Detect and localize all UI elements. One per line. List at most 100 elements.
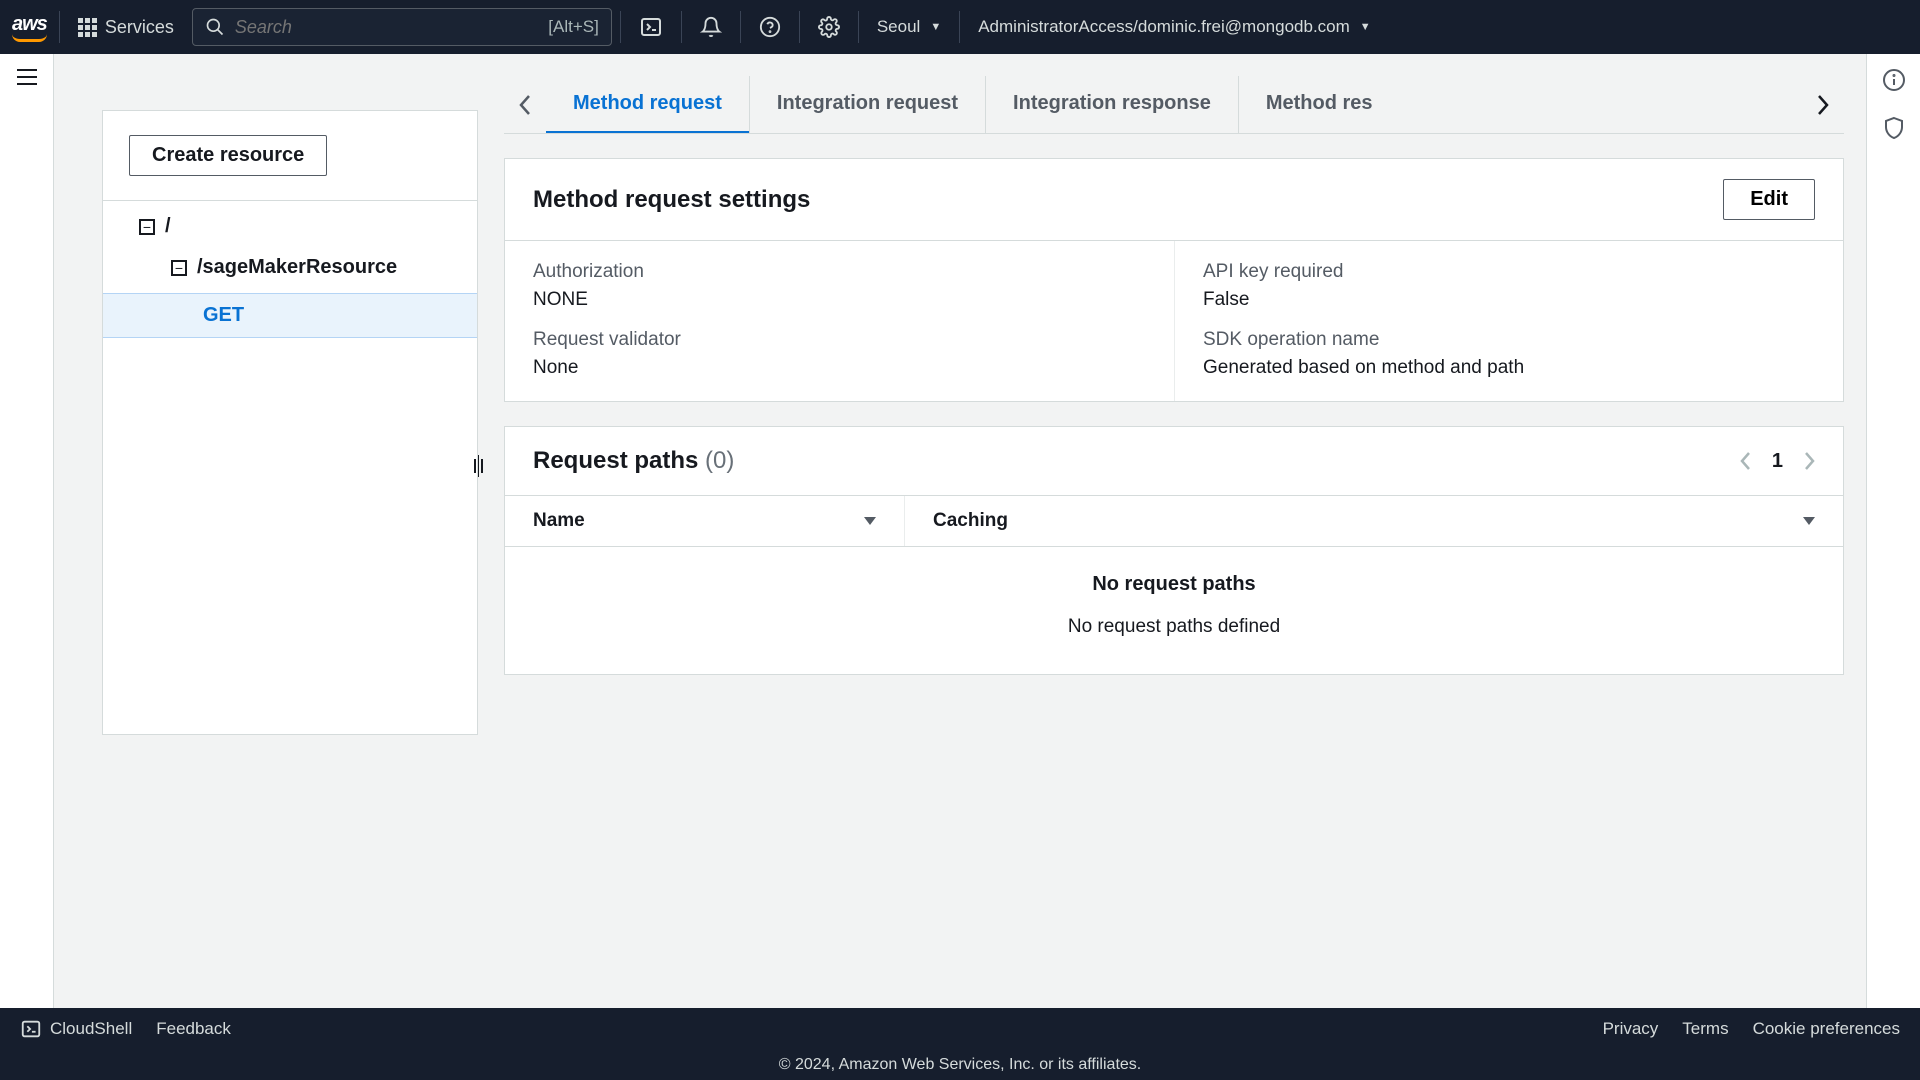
region-selector[interactable]: Seoul ▼ xyxy=(867,11,951,43)
services-menu-button[interactable]: Services xyxy=(68,11,184,44)
sdk-operation-name-label: SDK operation name xyxy=(1203,329,1815,351)
tree-resource-row[interactable]: − /sageMakerResource xyxy=(103,244,477,287)
grid-icon xyxy=(78,18,97,37)
pagination: 1 xyxy=(1740,450,1815,473)
tab-scroll-right-button[interactable] xyxy=(1802,80,1844,130)
authorization-label: Authorization xyxy=(533,261,1146,283)
info-icon xyxy=(1882,68,1906,92)
page-number: 1 xyxy=(1772,450,1783,473)
cloudshell-label: CloudShell xyxy=(50,1019,132,1039)
divider xyxy=(959,11,960,43)
cloudshell-icon-button[interactable] xyxy=(629,9,673,45)
chevron-left-icon xyxy=(1740,451,1752,471)
main-area: Create resource − / − /sageMakerResource… xyxy=(0,54,1920,1008)
content: Create resource − / − /sageMakerResource… xyxy=(54,54,1866,1008)
page-next-button[interactable] xyxy=(1803,451,1815,471)
request-paths-title: Request paths (0) xyxy=(533,447,734,475)
collapse-toggle[interactable]: − xyxy=(139,219,155,235)
terminal-icon xyxy=(639,15,663,39)
tabs: Method request Integration request Integ… xyxy=(546,76,1806,133)
divider xyxy=(620,11,621,43)
notifications-button[interactable] xyxy=(690,10,732,44)
copyright-bar: © 2024, Amazon Web Services, Inc. or its… xyxy=(0,1050,1920,1080)
resize-handle[interactable] xyxy=(474,455,483,477)
collapse-toggle[interactable]: − xyxy=(171,260,187,276)
aws-logo[interactable]: aws xyxy=(12,13,47,42)
tab-integration-request[interactable]: Integration request xyxy=(749,76,985,133)
top-navigation: aws Services [Alt+S] Seoul ▼ Administrat… xyxy=(0,0,1920,54)
chevron-left-icon xyxy=(518,93,532,117)
copyright-text: © 2024, Amazon Web Services, Inc. or its… xyxy=(779,1056,1141,1074)
resource-tree-column: Create resource − / − /sageMakerResource… xyxy=(54,54,478,1008)
shield-icon xyxy=(1882,116,1906,140)
left-rail xyxy=(0,54,54,1008)
column-header-name-label: Name xyxy=(533,510,585,532)
api-key-required-label: API key required xyxy=(1203,261,1815,283)
cookie-preferences-link[interactable]: Cookie preferences xyxy=(1753,1019,1900,1039)
column-header-name[interactable]: Name xyxy=(505,496,905,546)
empty-state-subtitle: No request paths defined xyxy=(505,616,1843,638)
request-validator-value: None xyxy=(533,357,1146,379)
tab-method-request[interactable]: Method request xyxy=(546,76,749,133)
account-label: AdministratorAccess/dominic.frei@mongodb… xyxy=(978,17,1350,37)
region-label: Seoul xyxy=(877,17,920,37)
search-icon xyxy=(205,17,225,37)
page-prev-button[interactable] xyxy=(1740,451,1752,471)
tab-scroll-left-button[interactable] xyxy=(504,80,546,130)
hamburger-icon xyxy=(16,68,38,86)
edit-button[interactable]: Edit xyxy=(1723,179,1815,220)
tree-root-label: / xyxy=(165,215,171,238)
detail-column: Method request Integration request Integ… xyxy=(478,54,1866,1008)
divider xyxy=(681,11,682,43)
footer: CloudShell Feedback Privacy Terms Cookie… xyxy=(0,1008,1920,1050)
request-paths-panel: Request paths (0) 1 xyxy=(504,426,1844,675)
settings-grid: Authorization NONE Request validator Non… xyxy=(505,240,1843,401)
cloudshell-link[interactable]: CloudShell xyxy=(20,1018,132,1040)
empty-state: No request paths No request paths define… xyxy=(505,547,1843,674)
divider xyxy=(858,11,859,43)
help-icon xyxy=(759,16,781,38)
open-nav-drawer-button[interactable] xyxy=(16,68,38,86)
tree-resource-label: /sageMakerResource xyxy=(197,256,397,279)
request-validator-label: Request validator xyxy=(533,329,1146,351)
sort-icon[interactable] xyxy=(864,517,876,525)
create-resource-button[interactable]: Create resource xyxy=(129,135,327,176)
search-bar[interactable]: [Alt+S] xyxy=(192,8,612,46)
resource-tree-panel: Create resource − / − /sageMakerResource… xyxy=(102,110,478,735)
caret-down-icon: ▼ xyxy=(1360,21,1371,33)
terms-link[interactable]: Terms xyxy=(1682,1019,1728,1039)
resource-tree: − / − /sageMakerResource GET xyxy=(103,200,477,734)
tree-method-label: GET xyxy=(203,304,244,327)
settings-button[interactable] xyxy=(808,10,850,44)
privacy-link[interactable]: Privacy xyxy=(1603,1019,1659,1039)
tree-method-row-get[interactable]: GET xyxy=(103,293,477,338)
request-paths-title-text: Request paths xyxy=(533,447,698,474)
security-panel-button[interactable] xyxy=(1882,116,1906,140)
authorization-value: NONE xyxy=(533,289,1146,311)
feedback-link[interactable]: Feedback xyxy=(156,1019,231,1039)
help-button[interactable] xyxy=(749,10,791,44)
column-header-caching[interactable]: Caching xyxy=(905,496,1843,546)
caret-down-icon: ▼ xyxy=(930,21,941,33)
empty-state-title: No request paths xyxy=(505,573,1843,596)
tab-integration-response[interactable]: Integration response xyxy=(985,76,1238,133)
tree-root-row[interactable]: − / xyxy=(103,201,477,244)
account-selector[interactable]: AdministratorAccess/dominic.frei@mongodb… xyxy=(968,11,1380,43)
divider xyxy=(59,11,60,43)
method-request-settings-panel: Method request settings Edit Authorizati… xyxy=(504,158,1844,402)
sort-icon[interactable] xyxy=(1803,517,1815,525)
request-paths-count: (0) xyxy=(705,447,734,474)
tab-method-response[interactable]: Method res xyxy=(1238,76,1400,133)
info-panel-button[interactable] xyxy=(1882,68,1906,92)
terminal-icon xyxy=(20,1018,42,1040)
bell-icon xyxy=(700,16,722,38)
column-header-caching-label: Caching xyxy=(933,510,1008,532)
search-shortcut-hint: [Alt+S] xyxy=(548,17,599,37)
api-key-required-value: False xyxy=(1203,289,1815,311)
chevron-right-icon xyxy=(1816,93,1830,117)
panel-title: Method request settings xyxy=(533,186,810,214)
tabs-row: Method request Integration request Integ… xyxy=(504,76,1844,134)
search-input[interactable] xyxy=(235,17,538,38)
gear-icon xyxy=(818,16,840,38)
divider xyxy=(740,11,741,43)
